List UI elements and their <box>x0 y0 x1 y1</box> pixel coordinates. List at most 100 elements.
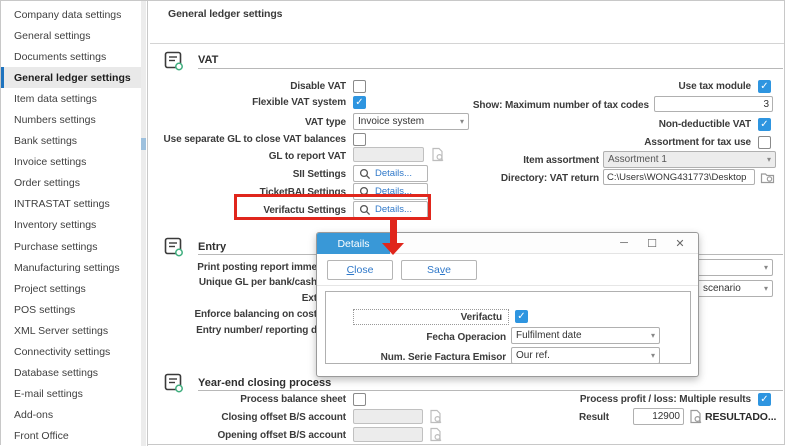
separate-gl-checkbox[interactable] <box>353 133 366 146</box>
vat-section-icon <box>164 51 184 71</box>
vat-section-underline <box>198 68 783 69</box>
sidebar-item-general[interactable]: General settings <box>1 25 141 46</box>
dialog-window-controls: ─ ☐ ✕ <box>614 235 690 251</box>
close-button[interactable]: Close <box>327 260 393 280</box>
sidebar-item-inventory[interactable]: Inventory settings <box>1 215 141 236</box>
vat-section-title: VAT <box>198 54 218 66</box>
result-label: Result <box>579 411 609 424</box>
chevron-down-icon: ▾ <box>651 331 655 340</box>
sidebar-item-project[interactable]: Project settings <box>1 278 141 299</box>
flexible-vat-label: Flexible VAT system <box>111 96 346 109</box>
max-tax-codes-input[interactable]: 3 <box>654 96 773 112</box>
separate-gl-label: Use separate GL to close VAT balances <box>111 133 346 146</box>
vat-type-dropdown[interactable]: Invoice system ▾ <box>353 113 469 130</box>
vat-type-value: Invoice system <box>358 116 424 127</box>
dialog-groupbox: Verifactu ✓ Fecha Operacion Fulfilment d… <box>325 291 691 364</box>
close-icon[interactable]: ✕ <box>670 235 690 251</box>
magnifier-icon <box>359 168 371 180</box>
maximize-icon[interactable]: ☐ <box>642 235 662 251</box>
directory-vat-value: C:\Users\WONG431773\Desktop <box>607 172 746 183</box>
result-browse-icon[interactable] <box>688 409 703 424</box>
sidebar-scrollbar[interactable] <box>141 1 146 446</box>
closing-offset-browse-icon[interactable] <box>428 409 443 424</box>
sidebar-item-documents[interactable]: Documents settings <box>1 46 141 67</box>
chevron-down-icon: ▾ <box>460 117 464 126</box>
entry-section-icon <box>164 237 184 257</box>
entry-row-label: Ext <box>151 292 317 305</box>
flexible-vat-checkbox[interactable]: ✓ <box>353 96 366 109</box>
directory-browse-icon[interactable] <box>760 170 775 185</box>
resultado-text: RESULTADO... <box>705 411 776 424</box>
page-title: General ledger settings <box>168 8 282 21</box>
max-tax-codes-value: 3 <box>763 99 769 110</box>
sii-settings-label: SII Settings <box>111 168 346 181</box>
process-balance-label: Process balance sheet <box>111 393 346 406</box>
highlight-arrow-head <box>382 243 404 255</box>
sidebar-item-database[interactable]: Database settings <box>1 363 141 384</box>
non-deductible-vat-checkbox[interactable]: ✓ <box>758 118 771 131</box>
save-rest: e <box>445 264 451 276</box>
disable-vat-checkbox[interactable] <box>353 80 366 93</box>
header-divider <box>150 43 784 44</box>
sidebar-item-purchase[interactable]: Purchase settings <box>1 236 141 257</box>
check-icon: ✓ <box>760 82 768 92</box>
process-profit-checkbox[interactable]: ✓ <box>758 393 771 406</box>
sidebar-item-manufacturing[interactable]: Manufacturing settings <box>1 257 141 278</box>
num-serie-dropdown[interactable]: Our ref. ▾ <box>511 347 660 364</box>
fecha-operacion-label: Fecha Operacion <box>358 331 506 344</box>
num-serie-value: Our ref. <box>516 350 550 361</box>
check-icon: ✓ <box>517 312 525 322</box>
yearend-section-title: Year-end closing process <box>198 377 331 389</box>
item-assortment-dropdown[interactable]: Assortment 1 ▾ <box>603 151 776 168</box>
item-assortment-value: Assortment 1 <box>608 154 667 165</box>
directory-vat-input[interactable]: C:\Users\WONG431773\Desktop <box>603 169 755 185</box>
yearend-section-icon <box>164 373 184 393</box>
opening-offset-label: Opening offset B/S account <box>111 429 346 442</box>
gl-report-vat-input[interactable] <box>353 147 424 162</box>
assortment-tax-checkbox[interactable] <box>758 136 771 149</box>
item-assortment-label: Item assortment <box>421 154 599 167</box>
verifactu-checkbox[interactable]: ✓ <box>515 310 528 323</box>
process-profit-label: Process profit / loss: Multiple results <box>461 393 751 406</box>
directory-vat-label: Directory: VAT return <box>421 172 599 185</box>
entry-row-label: Entry number/ reporting d <box>151 324 317 337</box>
chevron-down-icon: ▾ <box>764 284 768 293</box>
sidebar-item-pos[interactable]: POS settings <box>1 299 141 320</box>
entry-row-label: Enforce balancing on cost <box>151 308 317 321</box>
opening-offset-input[interactable] <box>353 427 423 442</box>
chevron-down-icon: ▾ <box>651 351 655 360</box>
settings-sidebar: Company data settings General settings D… <box>1 1 148 446</box>
save-button[interactable]: Save <box>401 260 477 280</box>
closing-offset-input[interactable] <box>353 409 423 424</box>
max-tax-codes-label: Show: Maximum number of tax codes <box>421 99 649 112</box>
vat-type-label: VAT type <box>111 116 346 129</box>
sii-details-button[interactable]: Details... <box>353 165 428 182</box>
process-balance-checkbox[interactable] <box>353 393 366 406</box>
use-tax-module-checkbox[interactable]: ✓ <box>758 80 771 93</box>
dialog-tab: Details <box>317 233 390 254</box>
closing-offset-label: Closing offset B/S account <box>111 411 346 424</box>
sidebar-item-company-data[interactable]: Company data settings <box>1 4 141 25</box>
result-input[interactable]: 12900 <box>633 408 684 425</box>
save-pre: Sa <box>427 264 440 276</box>
chevron-down-icon: ▾ <box>764 263 768 272</box>
minimize-icon[interactable]: ─ <box>614 235 634 251</box>
chevron-down-icon: ▾ <box>767 155 771 164</box>
highlight-rectangle <box>234 194 431 220</box>
fecha-operacion-dropdown[interactable]: Fulfilment date ▾ <box>511 327 660 344</box>
opening-offset-browse-icon[interactable] <box>428 427 443 442</box>
yearend-section-underline <box>198 390 783 391</box>
check-icon: ✓ <box>760 395 768 405</box>
close-rest: lose <box>354 264 373 276</box>
fecha-operacion-value: Fulfilment date <box>516 330 582 341</box>
highlight-arrow-shaft <box>390 220 397 244</box>
use-tax-module-label: Use tax module <box>481 80 751 93</box>
assortment-tax-label: Assortment for tax use <box>481 136 751 149</box>
check-icon: ✓ <box>760 120 768 130</box>
sii-details-label: Details... <box>375 168 412 179</box>
sidebar-item-connectivity[interactable]: Connectivity settings <box>1 342 141 363</box>
sidebar-item-xml-server[interactable]: XML Server settings <box>1 320 141 341</box>
result-value: 12900 <box>652 411 680 422</box>
num-serie-label: Num. Serie Factura Emisor <box>328 351 506 364</box>
check-icon: ✓ <box>355 98 363 108</box>
